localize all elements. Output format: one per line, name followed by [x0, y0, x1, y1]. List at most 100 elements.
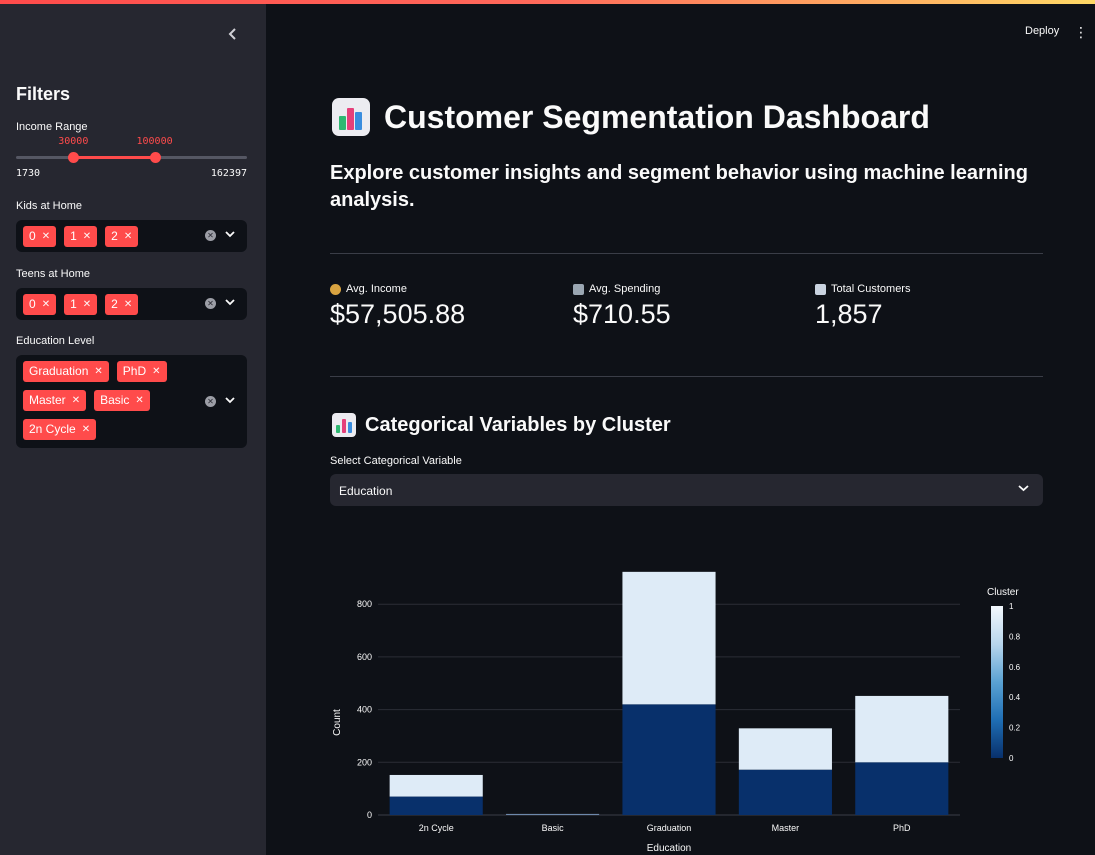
kids-multiselect[interactable]: 0 ✕ 1 ✕ 2 ✕ ✕ [16, 220, 247, 252]
metric-label: Avg. Spending [589, 283, 661, 295]
chip-label: 0 [29, 297, 36, 311]
bar-chart-emoji-icon [332, 413, 356, 437]
kids-chips: 0 ✕ 1 ✕ 2 ✕ [23, 226, 195, 247]
kids-label: Kids at Home [16, 200, 83, 212]
bar-cluster-0 [622, 704, 716, 815]
metric-value: 1,857 [815, 299, 883, 329]
chip-label: PhD [122, 364, 147, 378]
chip-label: Graduation [29, 364, 89, 378]
metric-value: $57,505.88 [330, 299, 466, 329]
selected-chip[interactable]: 1 ✕ [64, 294, 98, 315]
selected-chip[interactable]: 0 ✕ [23, 226, 57, 247]
selected-chip[interactable]: 0 ✕ [23, 294, 57, 315]
remove-chip-icon[interactable]: ✕ [72, 390, 80, 411]
sidebar: Filters Income Range 30000 100000 1730 1… [0, 0, 266, 855]
colorbar-tick-label: 0.4 [1009, 693, 1021, 702]
selected-chip[interactable]: 2 ✕ [105, 226, 139, 247]
y-tick-label: 600 [357, 652, 372, 662]
slider-selected-range [73, 156, 155, 159]
chip-label: 2n Cycle [29, 422, 76, 436]
teens-chips: 0 ✕ 1 ✕ 2 ✕ [23, 294, 195, 315]
slider-low-handle[interactable] [68, 152, 80, 163]
selected-chip[interactable]: PhD ✕ [116, 361, 167, 382]
divider [330, 376, 1043, 377]
chip-label: 2 [111, 229, 118, 243]
remove-chip-icon[interactable]: ✕ [42, 294, 50, 315]
selected-chip[interactable]: Basic ✕ [94, 390, 150, 411]
selected-chip[interactable]: 2 ✕ [105, 294, 139, 315]
bar-cluster-0 [506, 814, 600, 815]
remove-chip-icon[interactable]: ✕ [124, 226, 132, 247]
kebab-menu-icon[interactable]: ⋮ [1074, 24, 1088, 41]
income-range-slider[interactable]: 30000 100000 1730 162397 [16, 136, 247, 186]
page-title: Customer Segmentation Dashboard [332, 98, 930, 136]
y-tick-label: 200 [357, 757, 372, 767]
metric-total-customers: Total Customers 1,857 [815, 283, 910, 330]
y-tick-label: 0 [367, 810, 372, 820]
colorbar [991, 606, 1003, 758]
remove-chip-icon[interactable]: ✕ [124, 294, 132, 315]
chip-label: Basic [100, 393, 130, 407]
select-value: Education [339, 484, 393, 498]
remove-chip-icon[interactable]: ✕ [83, 226, 91, 247]
teens-multiselect[interactable]: 0 ✕ 1 ✕ 2 ✕ ✕ [16, 288, 247, 320]
remove-chip-icon[interactable]: ✕ [42, 226, 50, 247]
chevron-down-icon[interactable] [225, 298, 235, 308]
selected-chip[interactable]: 1 ✕ [64, 226, 98, 247]
bar-cluster-1 [738, 728, 832, 770]
clear-icon[interactable]: ✕ [205, 396, 216, 407]
y-tick-label: 800 [357, 599, 372, 609]
chevron-down-icon[interactable] [1018, 483, 1029, 495]
x-axis-title: Education [647, 843, 691, 854]
clear-icon[interactable]: ✕ [205, 230, 216, 241]
colorbar-tick-label: 0.8 [1009, 632, 1021, 641]
bar-cluster-1 [622, 571, 716, 705]
bar-cluster-1 [389, 774, 483, 797]
education-chips: Graduation ✕ PhD ✕ Master ✕ Basic ✕ 2n Cycle ✕ [23, 361, 177, 440]
section-title-text: Categorical Variables by Cluster [365, 413, 671, 436]
deploy-button[interactable]: Deploy [1025, 25, 1059, 37]
x-tick-label: PhD [893, 823, 911, 833]
slider-high-value: 100000 [136, 136, 173, 147]
remove-chip-icon[interactable]: ✕ [152, 361, 160, 382]
education-label: Education Level [16, 335, 95, 347]
education-multiselect[interactable]: Graduation ✕ PhD ✕ Master ✕ Basic ✕ 2n Cycle ✕ ✕ [16, 355, 247, 448]
bar-cluster-1 [855, 695, 949, 763]
x-tick-label: Master [772, 823, 800, 833]
page-title-text: Customer Segmentation Dashboard [384, 98, 930, 135]
colorbar-tick-label: 0.2 [1009, 724, 1021, 733]
y-axis-title: Count [332, 709, 343, 736]
colorbar-title: Cluster [987, 587, 1019, 598]
chevron-left-icon[interactable] [222, 24, 244, 46]
chip-label: 0 [29, 229, 36, 243]
slider-high-handle[interactable] [149, 152, 161, 163]
x-tick-label: Basic [542, 823, 565, 833]
remove-chip-icon[interactable]: ✕ [94, 361, 102, 382]
shopping-cart-icon [573, 283, 584, 295]
bar-cluster-0 [738, 769, 832, 815]
remove-chip-icon[interactable]: ✕ [82, 419, 90, 440]
selected-chip[interactable]: Master ✕ [23, 390, 87, 411]
bar-cluster-0 [855, 762, 949, 815]
metric-label: Avg. Income [346, 283, 407, 295]
clear-icon[interactable]: ✕ [205, 298, 216, 309]
select-label: Select Categorical Variable [330, 455, 462, 467]
chevron-down-icon[interactable] [225, 396, 235, 406]
bar-chart-emoji-icon [332, 98, 370, 136]
metric-value: $710.55 [573, 299, 671, 329]
slider-min-label: 1730 [16, 168, 41, 179]
colorbar-tick-label: 0 [1009, 754, 1014, 763]
top-decoration-bar [0, 0, 1095, 4]
sidebar-title: Filters [16, 84, 71, 104]
categorical-variable-select[interactable]: Education [330, 474, 1043, 506]
metric-label: Total Customers [831, 283, 911, 295]
selected-chip[interactable]: Graduation ✕ [23, 361, 109, 382]
selected-chip[interactable]: 2n Cycle ✕ [23, 419, 97, 440]
remove-chip-icon[interactable]: ✕ [83, 294, 91, 315]
remove-chip-icon[interactable]: ✕ [135, 390, 143, 411]
chevron-down-icon[interactable] [225, 230, 235, 240]
stacked-bar-chart: 0 200 400 600 800 2n Cycle Basic Graduation Mast… [332, 571, 1021, 854]
y-tick-label: 400 [357, 705, 372, 715]
metric-avg-spending: Avg. Spending $710.55 [573, 283, 671, 330]
page-subtitle: Explore customer insights and segment be… [330, 162, 1028, 211]
